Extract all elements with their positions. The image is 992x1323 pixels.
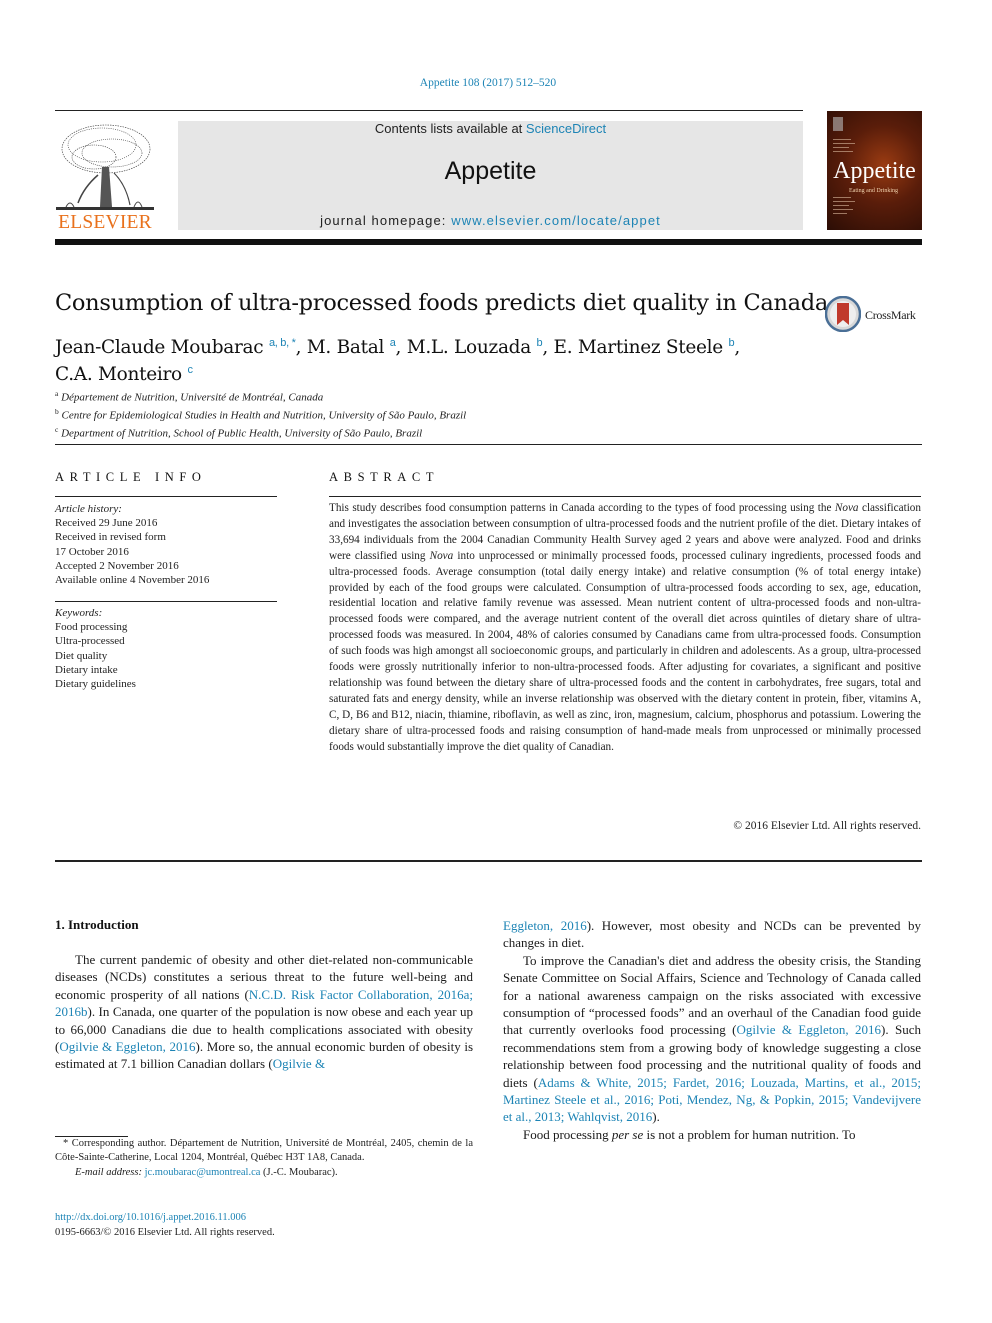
affiliations: a Département de Nutrition, Université d… xyxy=(55,387,466,441)
keyword-item: Diet quality xyxy=(55,649,108,662)
history-item: Accepted 2 November 2016 xyxy=(55,559,179,572)
italic-term: Nova xyxy=(429,549,454,562)
intro-paragraph-3: Food processing per se is not a problem … xyxy=(523,1126,856,1142)
italic-term: Nova xyxy=(834,502,859,514)
abstract-bottom-rule xyxy=(55,860,922,862)
citation-link[interactable]: Eggleton, 2016 xyxy=(503,918,587,933)
author-2[interactable]: M. Batal a, xyxy=(307,337,407,358)
keywords-label: Keywords: xyxy=(55,607,103,619)
intro-paragraph-1-cont: Eggleton, 2016). However, most obesity a… xyxy=(503,917,921,952)
homepage-prefix: journal homepage: xyxy=(320,213,452,228)
history-item: Received 29 June 2016 xyxy=(55,517,158,530)
citation-link[interactable]: Ogilvie & Eggleton, 2016 xyxy=(59,1039,195,1054)
cover-subtitle: Eating and Drinking xyxy=(849,188,898,194)
article-title: Consumption of ultra-processed foods pre… xyxy=(55,290,829,316)
author-list: Jean-Claude Moubarac a, b, *, M. Batal a… xyxy=(55,332,815,386)
keyword-item: Ultra-processed xyxy=(55,635,125,648)
intro-paragraph-1: The current pandemic of obesity and othe… xyxy=(55,951,473,1073)
affiliation-b: b Centre for Epidemiological Studies in … xyxy=(55,407,467,422)
journal-reference[interactable]: Appetite 108 (2017) 512–520 xyxy=(0,77,976,89)
affiliations-divider xyxy=(55,444,922,445)
email-link[interactable]: jc.moubarac@umontreal.ca xyxy=(145,1167,261,1178)
doi-link[interactable]: http://dx.doi.org/10.1016/j.appet.2016.1… xyxy=(55,1211,275,1226)
author-5[interactable]: C.A. Monteiro c xyxy=(55,364,193,385)
author-4[interactable]: E. Martinez Steele b, xyxy=(554,337,741,358)
author-1[interactable]: Jean-Claude Moubarac a, b, *, xyxy=(55,337,307,358)
doi-block: http://dx.doi.org/10.1016/j.appet.2016.1… xyxy=(55,1211,275,1240)
journal-cover-image[interactable]: Appetite Eating and Drinking xyxy=(827,111,922,230)
keywords: Keywords: Food processing Ultra-processe… xyxy=(55,606,136,691)
corresponding-author-text: * Corresponding author. Département de N… xyxy=(55,1138,473,1164)
header-bottom-rule xyxy=(55,239,922,245)
journal-homepage-link[interactable]: www.elsevier.com/locate/appet xyxy=(451,213,661,228)
abstract-heading: ABSTRACT xyxy=(329,470,440,484)
keyword-item: Dietary intake xyxy=(55,663,118,676)
email-line: E-mail address: jc.moubarac@umontreal.ca… xyxy=(75,1166,338,1178)
abstract-copyright: © 2016 Elsevier Ltd. All rights reserved… xyxy=(733,820,921,832)
elsevier-wordmark: ELSEVIER xyxy=(58,212,152,233)
citation-link[interactable]: Adams & White, 2015; Fardet, 2016; Louza… xyxy=(503,1075,921,1125)
section-heading-introduction: 1. Introduction xyxy=(55,917,139,932)
keyword-item: Food processing xyxy=(55,621,128,634)
article-info-rule xyxy=(55,496,277,497)
author-3[interactable]: M.L. Louzada b, xyxy=(407,337,554,358)
abstract-rule xyxy=(329,496,921,497)
contents-line: Contents lists available at ScienceDirec… xyxy=(178,121,803,136)
text-run: This study describes food consumption pa… xyxy=(329,502,835,514)
crossmark-label[interactable]: CrossMark xyxy=(865,308,916,323)
contents-prefix: Contents lists available at xyxy=(374,121,526,136)
sciencedirect-link[interactable]: ScienceDirect xyxy=(526,121,606,136)
issn-copyright: 0195-6663/© 2016 Elsevier Ltd. All right… xyxy=(55,1226,275,1238)
text-run: into unprocessed or minimally processed … xyxy=(329,549,921,753)
affiliation-c: c Department of Nutrition, School of Pub… xyxy=(55,425,423,440)
article-info-heading: ARTICLE INFO xyxy=(55,470,207,484)
intro-left-column: The current pandemic of obesity and othe… xyxy=(55,951,473,1073)
journal-header-box: Contents lists available at ScienceDirec… xyxy=(178,121,803,230)
text-run: ). xyxy=(652,1109,660,1125)
article-history: Article history: Received 29 June 2016 R… xyxy=(55,502,209,587)
keywords-rule xyxy=(55,601,277,602)
cover-title: Appetite xyxy=(833,158,916,184)
intro-right-column: Eggleton, 2016). However, most obesity a… xyxy=(503,917,921,1143)
crossmark-icon[interactable] xyxy=(825,296,861,332)
history-item: 17 October 2016 xyxy=(55,545,129,558)
journal-title: Appetite xyxy=(444,157,537,185)
abstract-body: This study describes food consumption pa… xyxy=(329,501,921,756)
citation-link[interactable]: Ogilvie & xyxy=(273,1056,325,1071)
cover-logo-icon xyxy=(833,117,843,131)
article-history-label: Article history: xyxy=(55,503,122,515)
header-top-rule xyxy=(55,110,803,111)
history-item: Received in revised form xyxy=(55,531,166,544)
affiliation-a: a Département de Nutrition, Université d… xyxy=(55,389,324,404)
homepage-line: journal homepage: www.elsevier.com/locat… xyxy=(178,213,803,228)
corresponding-author-footnote: * Corresponding author. Département de N… xyxy=(55,1137,473,1180)
keyword-item: Dietary guidelines xyxy=(55,678,136,691)
intro-paragraph-2: To improve the Canadian's diet and addre… xyxy=(503,952,921,1126)
history-item: Available online 4 November 2016 xyxy=(55,574,210,587)
citation-link[interactable]: Ogilvie & Eggleton, 2016 xyxy=(736,1022,881,1037)
